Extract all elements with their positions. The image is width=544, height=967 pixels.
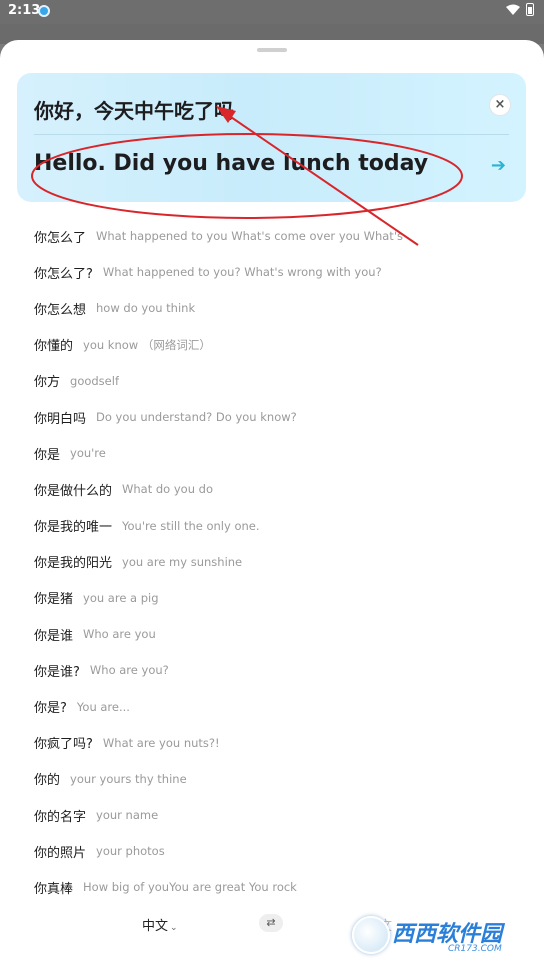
watermark-subtext: CR173.COM [448,944,502,954]
suggestion-item[interactable]: 你是谁? Who are you? [34,652,524,688]
suggestion-item[interactable]: 你的照片 your photos [34,833,524,869]
suggestion-chinese: 你怎么了 [34,230,87,246]
suggestion-item[interactable]: 你的名字 your name [34,797,524,833]
suggestion-item[interactable]: 你是 you're [34,435,524,471]
suggestion-chinese: 你是我的唯一 [34,520,113,536]
suggestion-item[interactable]: 你的 your yours thy thine [34,761,524,797]
source-language-label: 中文 [142,919,169,934]
suggestion-chinese: 你的名字 [34,809,87,825]
suggestion-chinese: 你懂的 [34,339,74,355]
suggestion-item[interactable]: 你是我的阳光 you are my sunshine [34,544,524,580]
suggestion-item[interactable]: 你方 goodself [34,363,524,399]
suggestion-english: How big of youYou are great You rock [83,880,297,895]
suggestion-english: What do you do [122,482,213,497]
status-bar: 2:13 [0,0,544,24]
suggestion-item[interactable]: 你是猪 you are a pig [34,580,524,616]
suggestion-english: Who are you [83,627,156,642]
suggestion-chinese: 你怎么了? [34,266,93,282]
suggestion-item[interactable]: 你懂的 you know （网络词汇） [34,327,524,363]
app-notification-icon [38,5,50,17]
suggestion-chinese: 你是做什么的 [34,483,113,499]
wifi-icon [506,4,520,15]
suggestion-english: You're still the only one. [122,518,260,533]
suggestion-item[interactable]: 你是? You are... [34,688,524,724]
suggestion-item[interactable]: 你是谁 Who are you [34,616,524,652]
suggestion-list: 你怎么了 What happened to you What's come ove… [34,218,524,906]
suggestion-english: you are my sunshine [122,554,243,569]
suggestion-chinese: 你的 [34,773,61,789]
translation-result[interactable]: Hello. Did you have lunch today [34,151,428,176]
suggestion-chinese: 你方 [34,375,61,391]
bottom-sheet: 你好，今天中午吃了吗 × Hello. Did you have lunch t… [0,40,544,967]
chevron-down-icon: ⌄ [170,923,178,933]
suggestion-english: your yours thy thine [70,771,187,786]
arrow-right-icon[interactable]: ➔ [491,155,506,176]
suggestion-english: What happened to you What's come over yo… [96,229,403,244]
suggestion-item[interactable]: 你是我的唯一 You're still the only one. [34,508,524,544]
suggestion-english: how do you think [96,301,196,316]
suggestion-chinese: 你是 [34,447,61,463]
suggestion-chinese: 你疯了吗? [34,737,93,753]
suggestion-chinese: 你是谁 [34,628,74,644]
suggestion-item[interactable]: 你疯了吗? What are you nuts?! [34,725,524,761]
suggestion-item[interactable]: 你怎么想 how do you think [34,290,524,326]
suggestion-item[interactable]: 你是做什么的 What do you do [34,471,524,507]
suggestion-english: your name [96,808,159,823]
suggestion-chinese: 你的照片 [34,845,87,861]
suggestion-english: you know （网络词汇） [83,337,211,352]
status-icons [506,3,534,16]
suggestion-english: Do you understand? Do you know? [96,410,297,425]
translate-card: 你好，今天中午吃了吗 × Hello. Did you have lunch t… [17,73,526,202]
suggestion-english: you're [70,446,106,461]
status-time: 2:13 [8,3,41,18]
suggestion-english: you are a pig [83,590,159,605]
source-language-select[interactable]: 中文 ⌄ [142,915,178,934]
suggestion-english: What happened to you? What's wrong with … [102,265,382,280]
suggestion-english: your photos [96,844,165,859]
suggestion-english: You are... [76,699,130,714]
suggestion-chinese: 你真棒 [34,881,74,897]
suggestion-english: Who are you? [89,663,169,678]
card-divider [34,134,509,135]
watermark-emblem [352,916,390,954]
suggestion-english: What are you nuts?! [102,735,220,750]
suggestion-chinese: 你是? [34,701,67,717]
watermark-logo: 西西软件园 CR173.COM [352,912,522,958]
suggestion-chinese: 你是猪 [34,592,74,608]
source-input[interactable]: 你好，今天中午吃了吗 [34,95,234,124]
swap-languages-icon[interactable]: ⇄ [259,914,283,932]
drag-handle[interactable] [257,48,287,52]
suggestion-item[interactable]: 你明白吗 Do you understand? Do you know? [34,399,524,435]
suggestion-item[interactable]: 你怎么了? What happened to you? What's wrong … [34,254,524,290]
suggestion-chinese: 你怎么想 [34,302,87,318]
suggestion-chinese: 你是谁? [34,664,80,680]
suggestion-item[interactable]: 你真棒 How big of youYou are great You rock [34,869,524,905]
suggestion-item[interactable]: 你怎么了 What happened to you What's come ove… [34,218,524,254]
battery-icon [526,3,534,16]
suggestion-chinese: 你是我的阳光 [34,556,113,572]
suggestion-english: goodself [70,373,119,388]
clear-icon[interactable]: × [489,94,511,116]
suggestion-chinese: 你明白吗 [34,411,87,427]
